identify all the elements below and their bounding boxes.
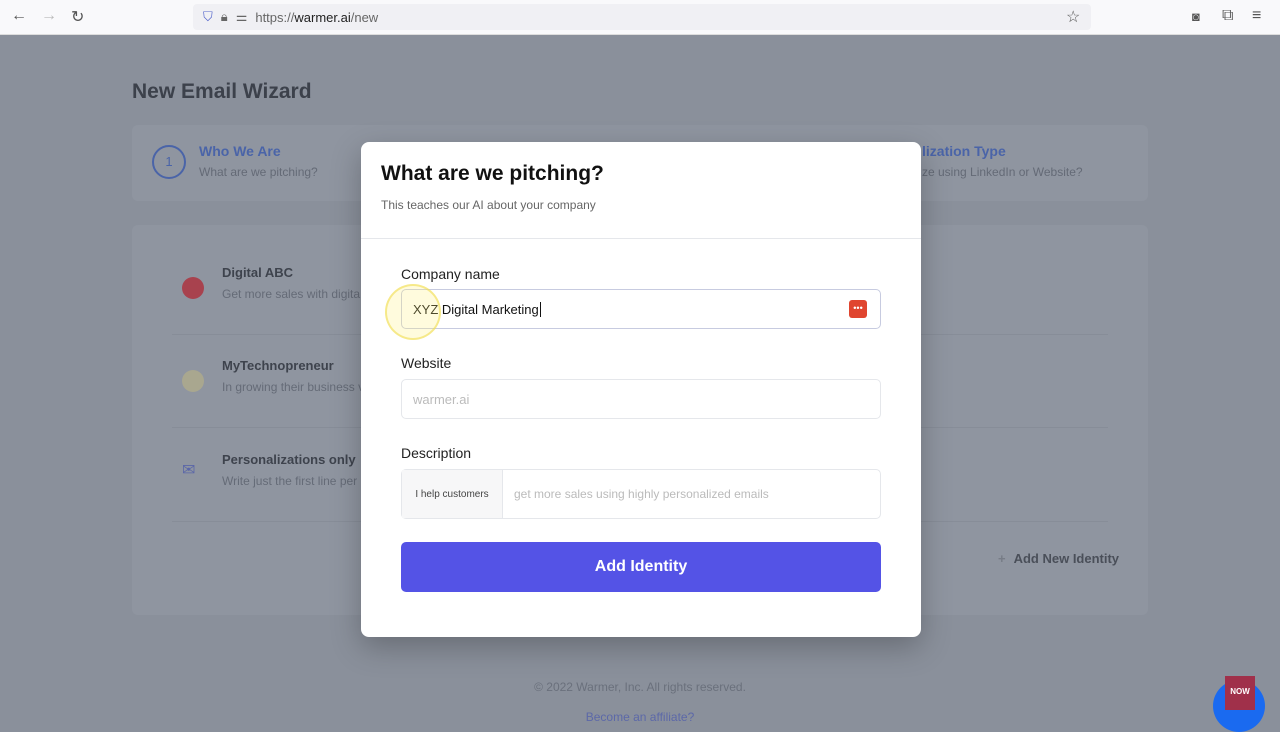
extensions-icon[interactable]: ⧉ (1222, 7, 1233, 25)
modal-title: What are we pitching? (381, 162, 604, 185)
identity-logo (182, 277, 204, 299)
modal-subtitle: This teaches our AI about your company (381, 198, 596, 212)
add-new-identity-button[interactable]: + Add New Identity (998, 551, 1119, 566)
identity-description: Get more sales with digita (222, 287, 361, 301)
step-title: lization Type (922, 143, 1006, 159)
browser-toolbar: ← → ↻ ⛉ 🔒︎ ⚌ https://warmer.ai/new ☆ ◙ ⧉… (0, 0, 1280, 35)
step-personalization-type[interactable]: lization Type ze using LinkedIn or Websi… (922, 143, 1083, 179)
menu-icon[interactable]: ≡ (1252, 7, 1261, 25)
description-field: I help customers get more sales using hi… (401, 469, 881, 519)
url-path: /new (350, 9, 379, 25)
website-label: Website (401, 355, 452, 371)
website-input[interactable]: warmer.ai (401, 379, 881, 419)
description-prefix: I help customers (402, 470, 503, 518)
permissions-icon[interactable]: ⚌ (236, 9, 248, 25)
identity-name: MyTechnopreneur (222, 358, 334, 373)
identity-logo (182, 370, 204, 392)
identity-modal: What are we pitching? This teaches our A… (361, 142, 921, 637)
step-number: 1 (152, 145, 186, 179)
page-title: New Email Wizard (132, 80, 312, 103)
copyright: © 2022 Warmer, Inc. All rights reserved. (534, 680, 746, 694)
identity-name: Personalizations only (222, 452, 356, 467)
website-placeholder: warmer.ai (413, 391, 470, 407)
company-name-input[interactable]: XYZ Digital Marketing ••• (401, 289, 881, 329)
star-icon[interactable]: ☆ (1066, 7, 1080, 27)
subscribe-badge[interactable]: NOW (1213, 676, 1265, 732)
shield-icon[interactable]: ⛉ (203, 9, 213, 25)
add-new-label: Add New Identity (1013, 551, 1120, 566)
url-domain: warmer.ai (294, 9, 351, 25)
back-icon[interactable]: ← (11, 7, 27, 25)
plus-icon: + (998, 551, 1006, 566)
password-manager-icon[interactable]: ••• (849, 300, 867, 318)
identity-name: Digital ABC (222, 265, 294, 280)
subscribe-badge-text: NOW (1225, 676, 1255, 710)
step-who-we-are[interactable]: Who We Are What are we pitching? (199, 143, 318, 179)
modal-header: What are we pitching? This teaches our A… (361, 142, 921, 239)
lock-icon[interactable]: 🔒︎ (221, 9, 228, 25)
company-name-label: Company name (401, 266, 500, 282)
company-name-value: XYZ Digital Marketing (413, 301, 541, 317)
affiliate-link[interactable]: Become an affiliate? (0, 710, 1280, 724)
forward-icon[interactable]: → (41, 7, 57, 25)
description-input[interactable]: get more sales using highly personalized… (503, 470, 880, 518)
add-identity-button[interactable]: Add Identity (401, 542, 881, 592)
url-prefix: https:// (255, 9, 295, 25)
step-subtitle: ze using LinkedIn or Website? (922, 165, 1083, 179)
pocket-icon[interactable]: ◙ (1192, 9, 1200, 24)
reload-icon[interactable]: ↻ (71, 7, 84, 27)
identity-description: In growing their business v (222, 380, 365, 394)
envelope-icon: ✉ (182, 462, 196, 479)
identity-description: Write just the first line per (222, 474, 358, 488)
description-label: Description (401, 445, 472, 461)
address-bar[interactable]: ⛉ 🔒︎ ⚌ https://warmer.ai/new (193, 4, 1091, 30)
step-title: Who We Are (199, 143, 281, 159)
description-placeholder: get more sales using highly personalized… (514, 487, 769, 501)
step-subtitle: What are we pitching? (199, 165, 318, 179)
